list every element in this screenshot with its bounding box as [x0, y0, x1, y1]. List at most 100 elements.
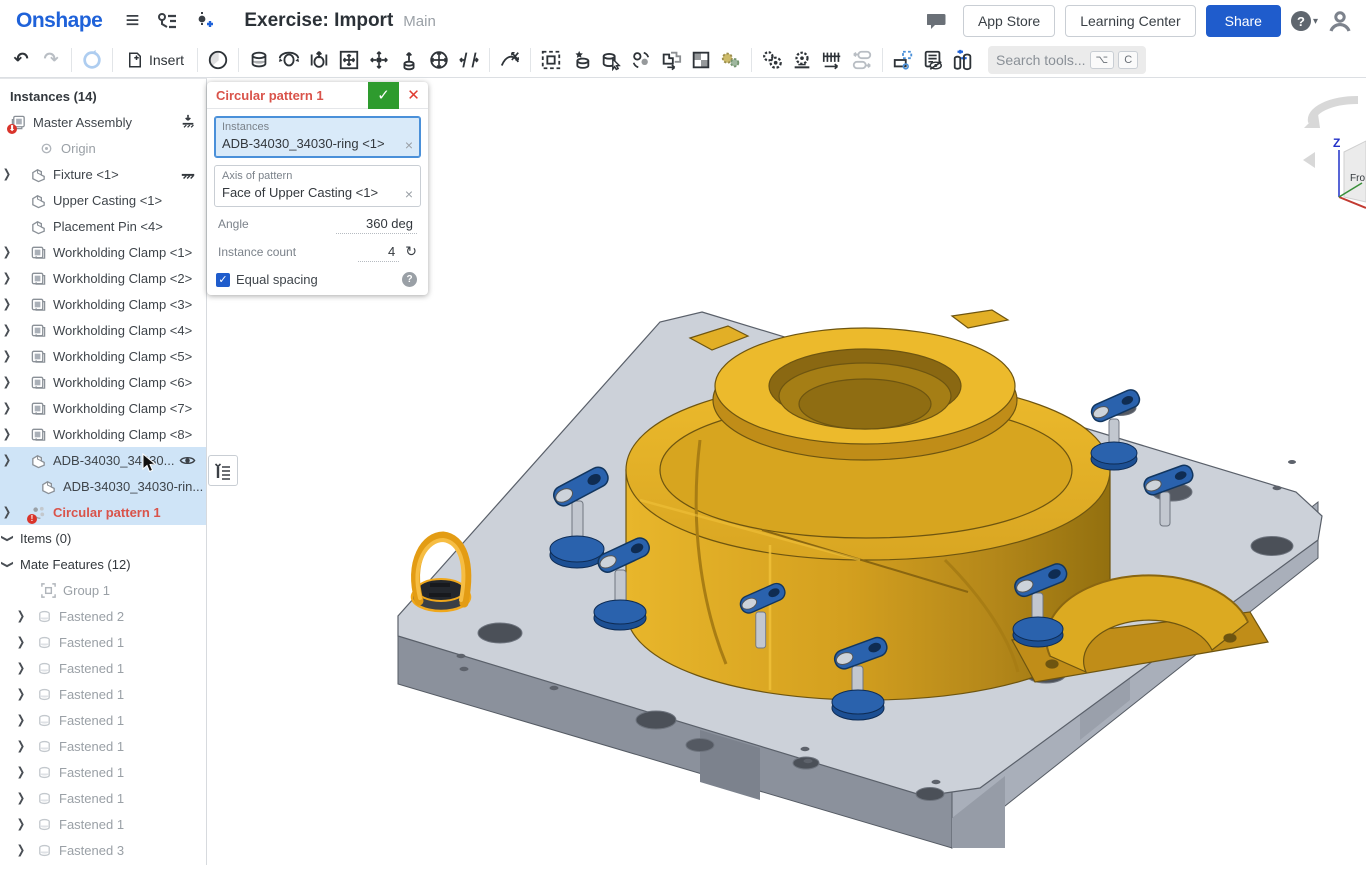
chevron-right-icon[interactable]: ❯: [0, 323, 14, 336]
tree-item-placement-pin[interactable]: Placement Pin <4>: [0, 213, 206, 239]
group-icon[interactable]: [536, 46, 566, 74]
view-cube[interactable]: Fro Z: [1303, 100, 1366, 208]
learning-center-button[interactable]: Learning Center: [1065, 5, 1195, 37]
share-button[interactable]: Share: [1206, 5, 1281, 37]
mate-connector-icon[interactable]: [566, 46, 596, 74]
tree-item-adb-34030[interactable]: ❯ ADB-34030_34030...: [0, 447, 206, 473]
tree-item-fastened[interactable]: ❯ Fastened 1: [0, 759, 206, 785]
parallel-mate-icon[interactable]: [454, 46, 484, 74]
sync-rotate-icon[interactable]: [77, 46, 107, 74]
chevron-right-icon[interactable]: ❯: [14, 713, 28, 726]
fastened-mate-icon[interactable]: [244, 46, 274, 74]
instance-count-input[interactable]: 4: [358, 244, 399, 262]
tree-item-fastened[interactable]: ❯ Fastened 1: [0, 655, 206, 681]
comments-icon[interactable]: [927, 12, 947, 30]
chevron-right-icon[interactable]: ❯: [14, 843, 28, 856]
replicate-icon[interactable]: [656, 46, 686, 74]
slider-mate-icon[interactable]: [304, 46, 334, 74]
chevron-right-icon[interactable]: ❯: [0, 349, 14, 362]
create-version-icon[interactable]: [197, 11, 213, 31]
tree-item-fastened[interactable]: ❯ Fastened 1: [0, 733, 206, 759]
tree-item-origin[interactable]: Origin: [0, 135, 206, 161]
screw-relation-icon[interactable]: [847, 46, 877, 74]
visibility-eye-icon[interactable]: [179, 452, 196, 469]
chevron-right-icon[interactable]: ❯: [14, 687, 28, 700]
tree-item-circular-pattern-1[interactable]: ❯ ! Circular pattern 1: [0, 499, 206, 525]
clear-selection-icon[interactable]: ×: [405, 188, 413, 200]
chevron-right-icon[interactable]: ❯: [14, 791, 28, 804]
hamburger-menu-icon[interactable]: ≡: [125, 7, 139, 35]
tree-item-adb-34030-ring[interactable]: ADB-34030_34030-rin...: [0, 473, 206, 499]
tree-item-workholding-clamp-7[interactable]: ❯ Workholding Clamp <7>: [0, 395, 206, 421]
chevron-right-icon[interactable]: ❯: [14, 661, 28, 674]
chevron-right-icon[interactable]: ❯: [0, 271, 14, 284]
ball-mate-icon[interactable]: [364, 46, 394, 74]
chevron-right-icon[interactable]: ❯: [14, 739, 28, 752]
tree-item-workholding-clamp-1[interactable]: ❯ Workholding Clamp <1>: [0, 239, 206, 265]
dialog-help-icon[interactable]: ?: [402, 272, 417, 287]
user-avatar[interactable]: [1328, 9, 1352, 33]
chevron-right-icon[interactable]: ❯: [0, 427, 14, 440]
tangent-mate-icon[interactable]: [495, 46, 525, 74]
rotate-left-arrow[interactable]: [1303, 152, 1315, 168]
tree-item-fixture[interactable]: ❯ Fixture <1>: [0, 161, 206, 187]
rack-relation-icon[interactable]: [817, 46, 847, 74]
chevron-right-icon[interactable]: ❯: [0, 505, 14, 518]
reverse-direction-icon[interactable]: ↻: [405, 243, 417, 260]
pin-slot-mate-icon[interactable]: [424, 46, 454, 74]
revolute-mate-icon[interactable]: [274, 46, 304, 74]
tree-item-fastened[interactable]: ❯ Fastened 2: [0, 603, 206, 629]
tree-item-workholding-clamp-6[interactable]: ❯ Workholding Clamp <6>: [0, 369, 206, 395]
tree-item-fastened[interactable]: ❯ Fastened 1: [0, 785, 206, 811]
search-tools-input[interactable]: Search tools... ⌥ C: [988, 46, 1146, 74]
tree-item-workholding-clamp-8[interactable]: ❯ Workholding Clamp <8>: [0, 421, 206, 447]
app-store-button[interactable]: App Store: [963, 5, 1055, 37]
chevron-right-icon[interactable]: ❯: [14, 817, 28, 830]
edit-mates-icon[interactable]: [596, 46, 626, 74]
versions-icon[interactable]: [157, 12, 179, 30]
help-menu[interactable]: ? ▾: [1291, 11, 1318, 31]
tree-item-group-1[interactable]: Group 1: [0, 577, 206, 603]
chevron-right-icon[interactable]: ❯: [0, 375, 14, 388]
snap-mode-icon[interactable]: [626, 46, 656, 74]
accept-button[interactable]: ✓: [368, 82, 399, 109]
named-positions-icon[interactable]: [203, 46, 233, 74]
cylindrical-mate-icon[interactable]: [394, 46, 424, 74]
relations-icon[interactable]: [757, 46, 787, 74]
onshape-logo[interactable]: Onshape: [0, 9, 116, 33]
tree-item-workholding-clamp-4[interactable]: ❯ Workholding Clamp <4>: [0, 317, 206, 343]
chevron-down-icon[interactable]: ❯: [0, 557, 13, 571]
dialog-header[interactable]: Circular pattern 1 ✓ ✕: [207, 82, 428, 109]
items-section-header[interactable]: ❯ Items (0): [0, 525, 206, 551]
chevron-right-icon[interactable]: ❯: [14, 609, 28, 622]
clear-selection-icon[interactable]: ×: [405, 139, 413, 151]
chevron-right-icon[interactable]: ❯: [0, 167, 14, 180]
chevron-right-icon[interactable]: ❯: [0, 401, 14, 414]
equal-spacing-checkbox[interactable]: ✓: [216, 273, 230, 287]
tree-item-fastened[interactable]: ❯ Fastened 1: [0, 707, 206, 733]
tree-item-fastened[interactable]: ❯ Fastened 1: [0, 811, 206, 837]
chevron-right-icon[interactable]: ❯: [14, 635, 28, 648]
planar-mate-icon[interactable]: [334, 46, 364, 74]
tree-item-fastened[interactable]: ❯ Fastened 1: [0, 629, 206, 655]
axis-field[interactable]: Axis of pattern Face of Upper Casting <1…: [214, 165, 421, 207]
tree-item-fastened[interactable]: ❯ Fastened 3: [0, 837, 206, 863]
pattern-icon[interactable]: [686, 46, 716, 74]
tree-item-upper-casting[interactable]: Upper Casting <1>: [0, 187, 206, 213]
insert-button[interactable]: Insert: [118, 47, 192, 73]
chevron-right-icon[interactable]: ❯: [0, 297, 14, 310]
motor-relation-icon[interactable]: [787, 46, 817, 74]
tree-item-master-assembly[interactable]: ⬇ Master Assembly: [0, 109, 206, 135]
feature-list-toggle-button[interactable]: [208, 455, 238, 486]
redo-icon[interactable]: ↷: [36, 46, 66, 74]
tree-item-workholding-clamp-5[interactable]: ❯ Workholding Clamp <5>: [0, 343, 206, 369]
add-part-studio-icon[interactable]: [948, 46, 978, 74]
angle-input[interactable]: 360 deg: [336, 216, 417, 234]
instances-field[interactable]: Instances ADB-34030_34030-ring <1> ×: [214, 116, 421, 158]
tree-item-workholding-clamp-3[interactable]: ❯ Workholding Clamp <3>: [0, 291, 206, 317]
exploded-view-icon[interactable]: [888, 46, 918, 74]
gear-relation-icon[interactable]: [716, 46, 746, 74]
cancel-button[interactable]: ✕: [399, 82, 428, 109]
help-icon[interactable]: ?: [1291, 11, 1311, 31]
bom-hidden-icon[interactable]: [918, 46, 948, 74]
